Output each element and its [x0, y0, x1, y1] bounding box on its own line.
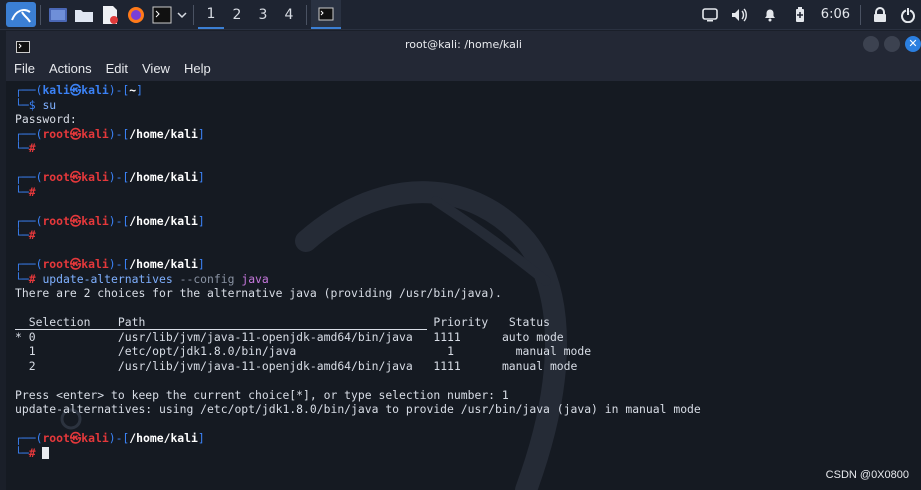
workspace-4[interactable]: 4: [276, 0, 302, 29]
menu-actions[interactable]: Actions: [49, 61, 92, 76]
clock[interactable]: 6:06: [815, 7, 856, 22]
display-icon[interactable]: [695, 0, 725, 29]
window-titlebar[interactable]: root@kali: /home/kali ✕: [6, 31, 921, 57]
lock-icon[interactable]: [865, 0, 895, 29]
window-title: root@kali: /home/kali: [405, 37, 522, 51]
table-row: * 0: [15, 329, 36, 344]
terminal-launcher-icon[interactable]: [149, 0, 175, 29]
table-row: 1: [15, 344, 36, 358]
battery-icon[interactable]: [785, 0, 815, 29]
table-row: 2: [15, 358, 36, 373]
terminal-window: root@kali: /home/kali ✕ File Actions Edi…: [6, 31, 921, 490]
workspace-1[interactable]: 1: [198, 0, 224, 29]
divider: [40, 4, 41, 25]
file-manager-icon[interactable]: [71, 0, 97, 29]
divider: [306, 4, 307, 25]
system-tray: 6:06: [695, 0, 921, 29]
menu-help[interactable]: Help: [184, 61, 211, 76]
firefox-icon[interactable]: [123, 0, 149, 29]
kali-menu-icon[interactable]: [6, 2, 36, 27]
notification-bell-icon[interactable]: [755, 0, 785, 29]
close-button[interactable]: ✕: [905, 36, 921, 52]
terminal-cursor: [42, 446, 50, 459]
minimize-button[interactable]: [863, 36, 879, 52]
workspace-2[interactable]: 2: [224, 0, 250, 29]
taskbar: 1 2 3 4 6:06: [0, 0, 921, 30]
terminal-task-button[interactable]: [311, 0, 341, 29]
maximize-button[interactable]: [884, 36, 900, 52]
workspace-3[interactable]: 3: [250, 0, 276, 29]
menu-view[interactable]: View: [142, 61, 170, 76]
terminal-output[interactable]: ┌──(kali㉿kali)-[~] └─$ su Password: ┌──(…: [6, 81, 921, 490]
menu-file[interactable]: File: [14, 61, 35, 76]
menu-bar: File Actions Edit View Help: [6, 57, 921, 79]
show-desktop-icon[interactable]: [45, 0, 71, 29]
chevron-down-icon[interactable]: [175, 0, 189, 29]
volume-icon[interactable]: [725, 0, 755, 29]
text-editor-icon[interactable]: [97, 0, 123, 29]
csdn-watermark: CSDN @0X0800: [825, 469, 909, 481]
divider: [193, 4, 194, 25]
menu-edit[interactable]: Edit: [106, 61, 128, 76]
divider: [860, 4, 861, 25]
logout-icon[interactable]: [895, 0, 921, 29]
terminal-text: ┌──(kali㉿kali)-[~] └─$ su Password: ┌──(…: [15, 83, 701, 460]
